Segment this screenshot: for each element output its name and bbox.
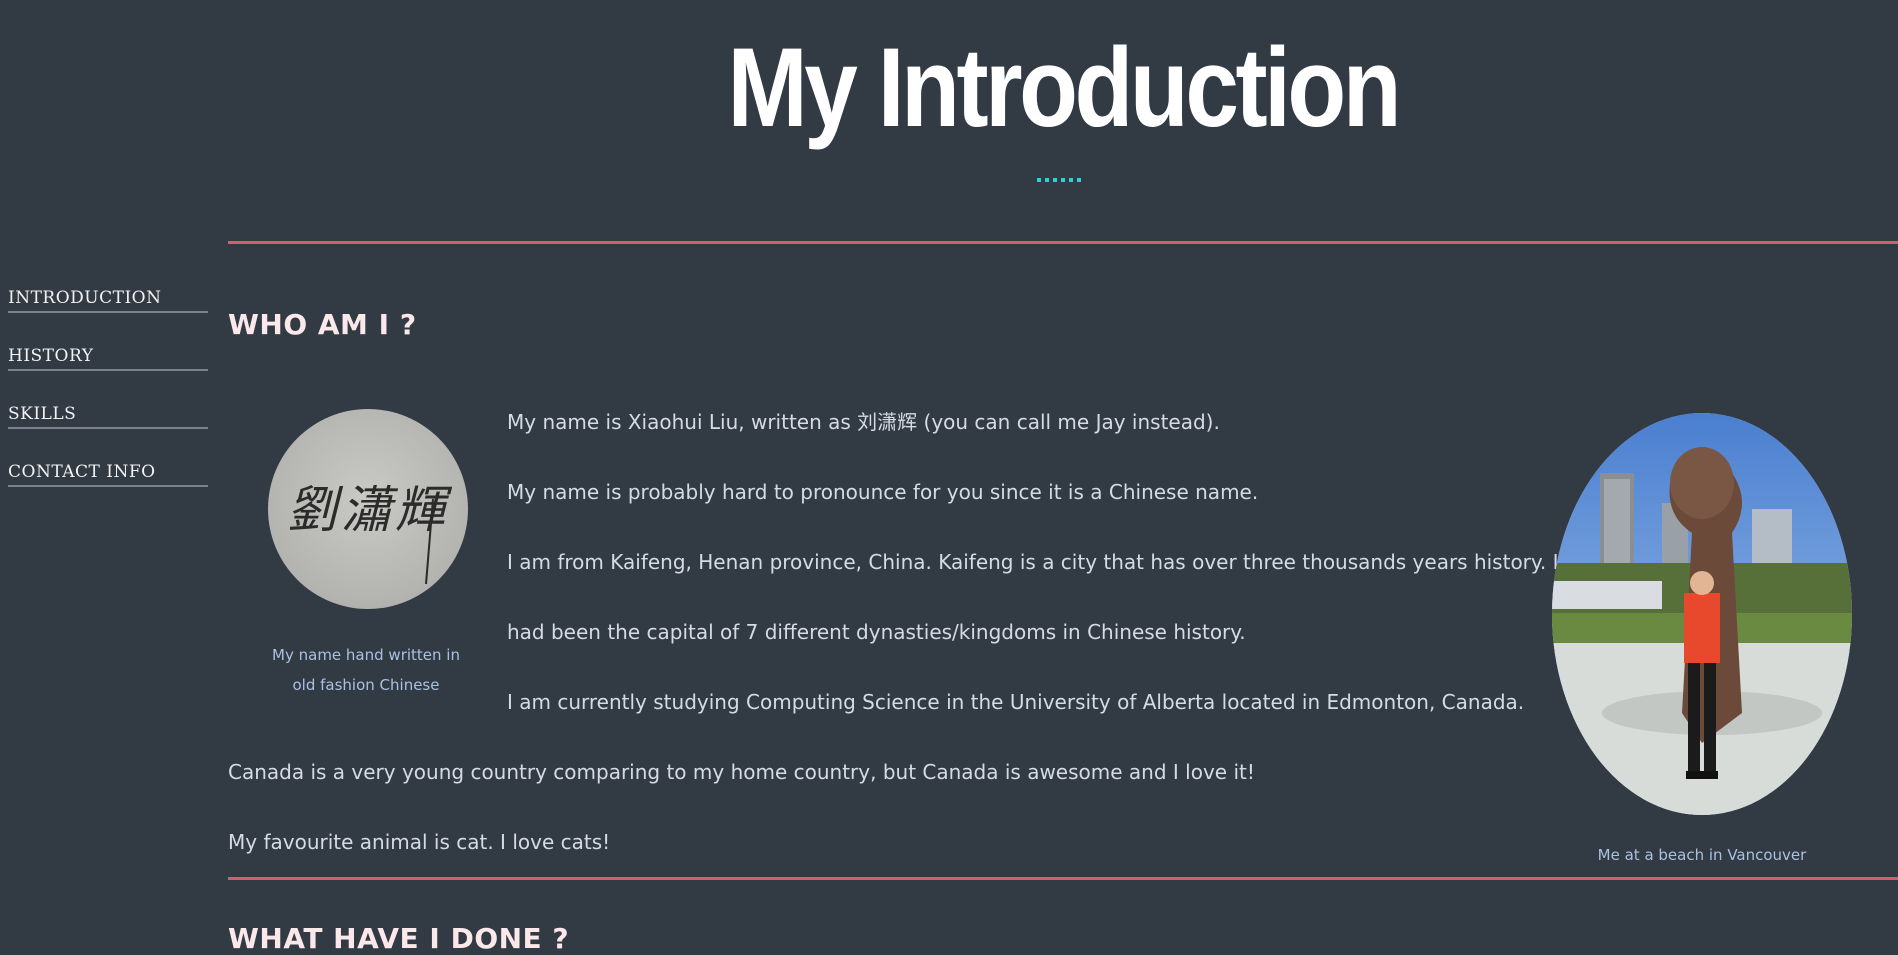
intro-paragraph-4: had been the capital of 7 different dyna… xyxy=(507,620,1246,644)
intro-paragraph-2: My name is probably hard to pronounce fo… xyxy=(507,480,1259,504)
page-title: My Introduction xyxy=(727,25,1402,150)
intro-paragraph-1: My name is Xiaohui Liu, written as 刘潇辉 (… xyxy=(507,410,1220,434)
intro-paragraph-6: Canada is a very young country comparing… xyxy=(228,760,1255,784)
intro-paragraph-7: My favourite animal is cat. I love cats! xyxy=(228,830,611,854)
nav-item-contact-info[interactable]: CONTACT INFO xyxy=(8,462,208,487)
beach-photo xyxy=(1552,413,1852,815)
intro-paragraph-3: I am from Kaifeng, Henan province, China… xyxy=(507,550,1567,574)
section-heading-who-am-i: WHO AM I ? xyxy=(228,308,417,341)
section-heading-what-have-i-done: WHAT HAVE I DONE ? xyxy=(228,922,570,955)
signature-caption-line-1: My name hand written in xyxy=(272,646,460,664)
beach-photo-image xyxy=(1552,413,1852,815)
signature-caption: My name hand written in old fashion Chin… xyxy=(268,640,464,700)
page: My Introduction INTRODUCTION HISTORY SKI… xyxy=(0,0,1898,955)
nav-item-skills[interactable]: SKILLS xyxy=(8,404,208,429)
title-dots-divider xyxy=(1037,178,1081,182)
beach-photo-caption: Me at a beach in Vancouver xyxy=(1597,846,1807,864)
nav-item-history[interactable]: HISTORY xyxy=(8,346,208,371)
signature-image: 劉瀟輝 xyxy=(287,481,453,585)
section-divider-top xyxy=(228,241,1898,244)
nav-item-introduction[interactable]: INTRODUCTION xyxy=(8,288,208,313)
signature-photo: 劉瀟輝 xyxy=(268,409,468,609)
section-divider-bottom xyxy=(228,877,1898,880)
intro-paragraph-5: I am currently studying Computing Scienc… xyxy=(507,690,1525,714)
signature-caption-line-2: old fashion Chinese xyxy=(292,676,440,694)
svg-text:劉瀟輝: 劉瀟輝 xyxy=(287,481,453,539)
sidebar-nav: INTRODUCTION HISTORY SKILLS CONTACT INFO xyxy=(8,288,208,520)
